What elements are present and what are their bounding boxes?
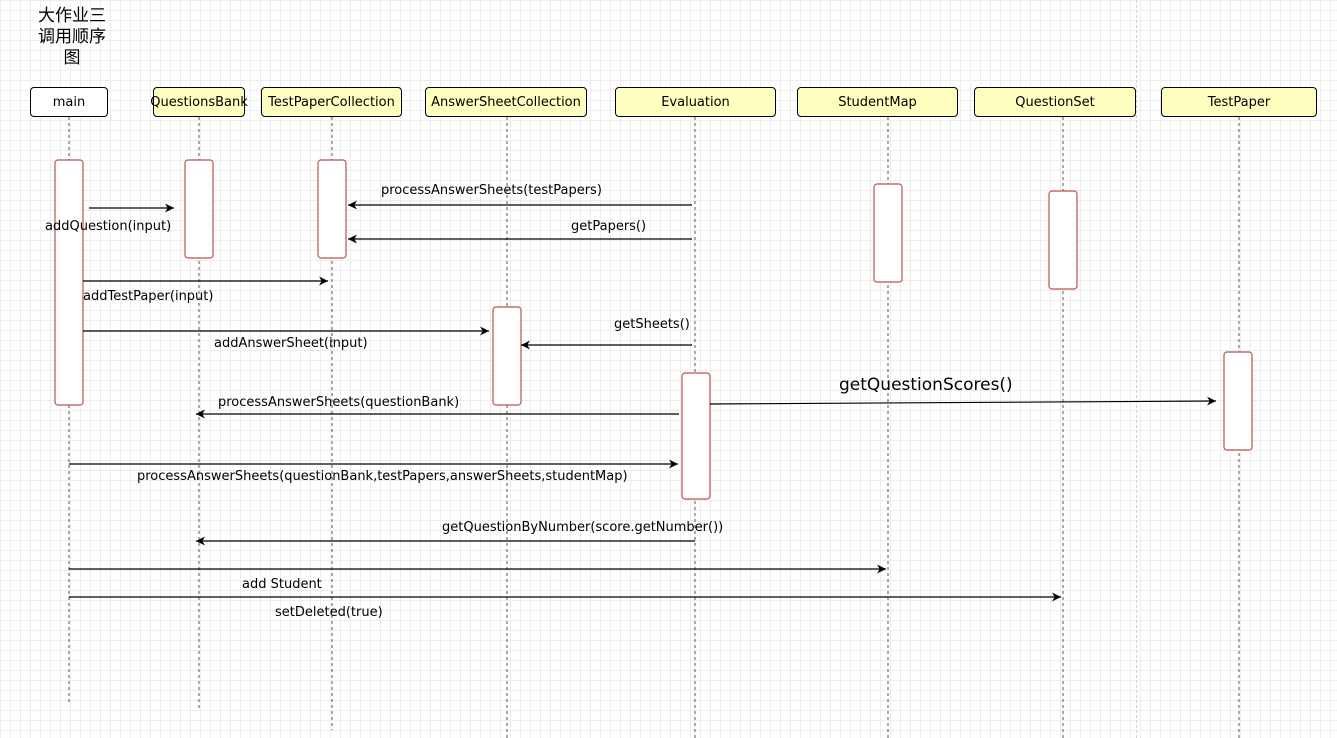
label-add-student: add Student <box>242 577 322 592</box>
label-add-test-paper: addTestPaper(input) <box>83 289 214 304</box>
activation-test-paper-collection <box>317 159 347 259</box>
label-set-deleted: setDeleted(true) <box>275 605 383 620</box>
label-get-question-scores: getQuestionScores() <box>839 375 1013 395</box>
participant-student-map[interactable]: StudentMap <box>797 87 958 117</box>
label-process-answer-sheets-question-bank: processAnswerSheets(questionBank) <box>218 395 460 410</box>
sequence-diagram-canvas: 大作业三 调用顺序 图 main QuestionsBank TestPaper… <box>0 0 1337 738</box>
activation-student-map <box>873 183 903 283</box>
participant-question-set[interactable]: QuestionSet <box>974 87 1136 117</box>
activation-test-paper <box>1223 351 1253 451</box>
activation-question-set <box>1048 190 1078 290</box>
label-add-question: addQuestion(input) <box>45 219 172 234</box>
participant-evaluation[interactable]: Evaluation <box>615 87 776 117</box>
activation-answer-sheet-collection <box>492 306 522 406</box>
arrow-get-question-scores <box>709 396 1217 406</box>
label-add-answer-sheet: addAnswerSheet(input) <box>214 336 368 351</box>
label-process-answer-sheets-full: processAnswerSheets(questionBank,testPap… <box>137 469 628 484</box>
participant-questions-bank[interactable]: QuestionsBank <box>150 87 248 117</box>
label-get-question-by-number: getQuestionByNumber(score.getNumber()) <box>442 520 724 535</box>
label-get-papers: getPapers() <box>571 219 647 234</box>
participant-test-paper[interactable]: TestPaper <box>1161 87 1317 117</box>
activation-questions-bank <box>184 159 214 259</box>
activation-evaluation <box>681 372 711 500</box>
activation-main <box>54 159 84 406</box>
label-process-answer-sheets-test-papers: processAnswerSheets(testPapers) <box>381 183 602 198</box>
participant-answer-sheet-collection[interactable]: AnswerSheetCollection <box>425 87 587 117</box>
participant-test-paper-collection[interactable]: TestPaperCollection <box>261 87 402 117</box>
participant-main[interactable]: main <box>30 87 108 117</box>
label-get-sheets: getSheets() <box>614 317 690 332</box>
